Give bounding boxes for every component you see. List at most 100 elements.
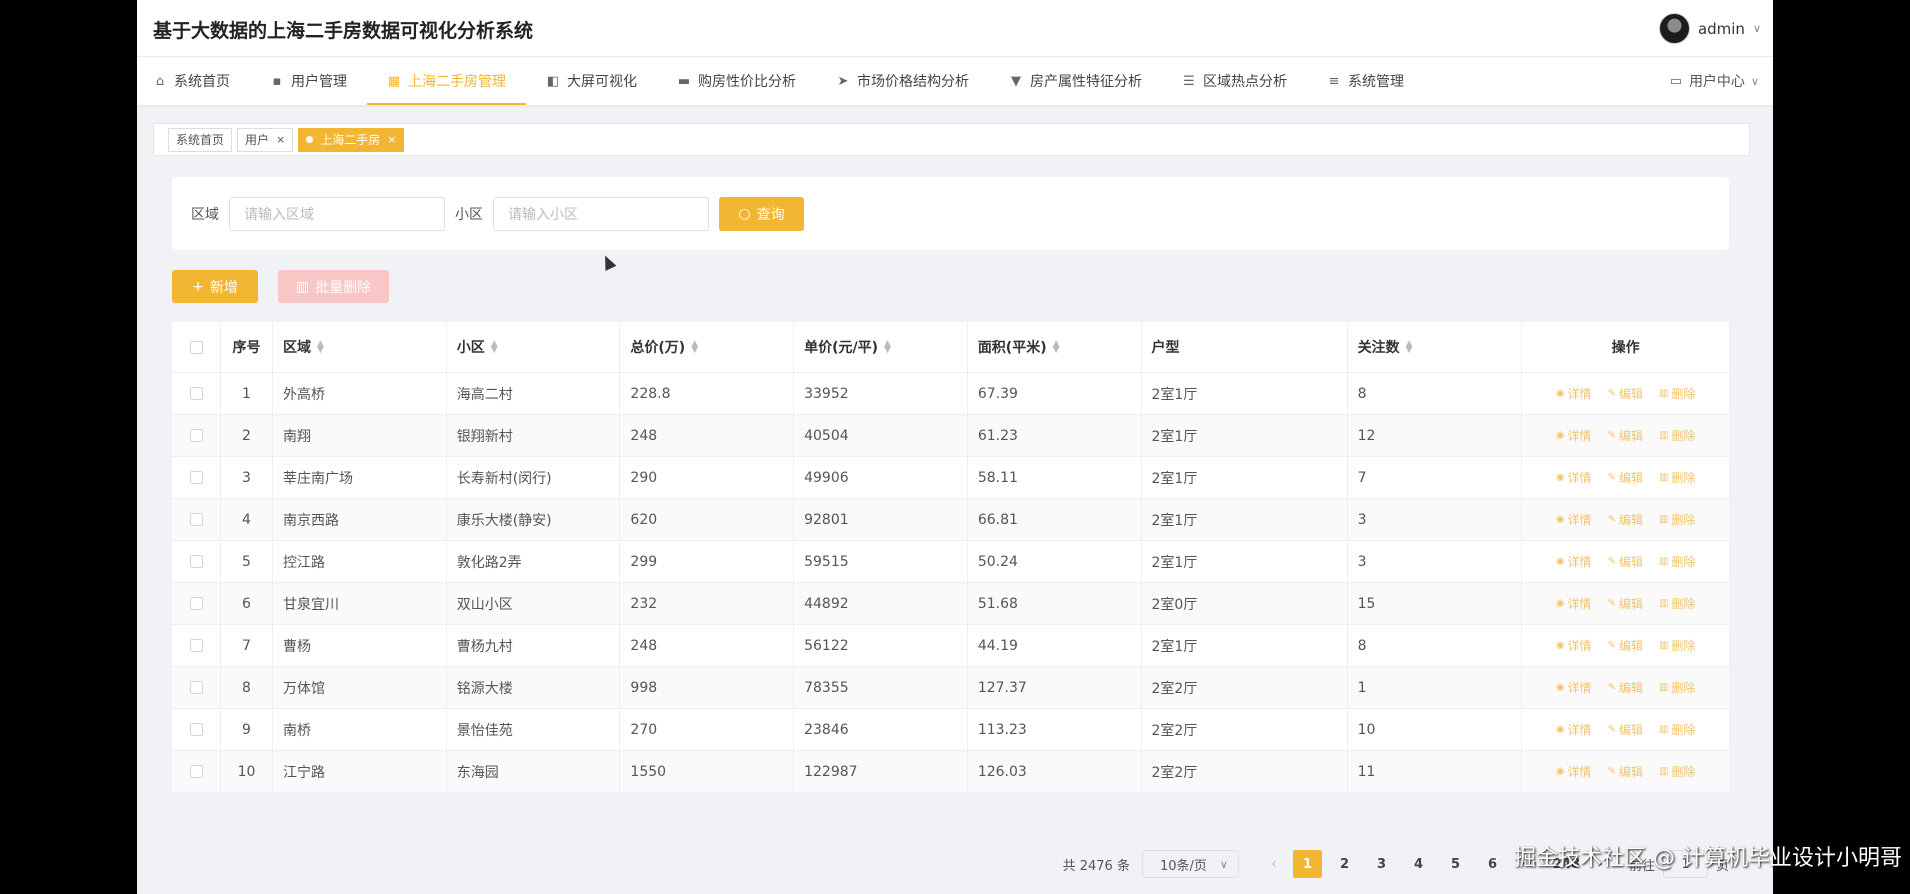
tag-house[interactable]: 上海二手房 ×	[298, 127, 405, 152]
menu-item-3[interactable]: ◧ 大屏可视化	[526, 57, 657, 105]
menu-item-label: 系统管理	[1348, 74, 1404, 90]
delete-button[interactable]: ▥ 删除	[1659, 721, 1695, 738]
menu-item-0[interactable]: ⌂ 系统首页	[137, 57, 250, 105]
column-header[interactable]: 区域 ▲ ▼	[273, 322, 447, 372]
column-header[interactable]: 总价(万) ▲ ▼	[620, 322, 795, 372]
select-all-checkbox[interactable]	[189, 340, 203, 354]
table-cell: 33952	[794, 373, 968, 414]
column-header-label: 面积(平米)	[977, 340, 1047, 356]
trash-icon: ▥	[295, 278, 310, 295]
query-button[interactable]: ○ 查询	[719, 196, 804, 231]
sort-icon[interactable]: ▲ ▼	[1053, 340, 1060, 355]
menu-item-4[interactable]: ▬ 购房性价比分析	[657, 57, 816, 105]
table-cell: 998	[620, 667, 795, 708]
edit-button[interactable]: ✎ 编辑	[1608, 763, 1643, 780]
row-checkbox[interactable]	[189, 513, 203, 526]
column-header[interactable]: 户型	[1142, 322, 1348, 372]
tag-home[interactable]: 系统首页	[168, 127, 233, 152]
page-button[interactable]: 5	[1441, 850, 1470, 878]
column-header[interactable]: 单价(元/平) ▲ ▼	[794, 322, 968, 372]
row-checkbox[interactable]	[189, 387, 203, 400]
menu-item-8[interactable]: ≡ 系统管理	[1307, 57, 1424, 105]
delete-button[interactable]: ▥ 删除	[1659, 511, 1695, 528]
delete-button[interactable]: ▥ 删除	[1659, 637, 1695, 654]
sort-icon[interactable]: ▲ ▼	[691, 340, 698, 355]
sort-icon[interactable]: ▲ ▼	[491, 340, 498, 355]
prev-page-button[interactable]: ‹	[1259, 856, 1289, 872]
column-header-label: 序号	[232, 340, 261, 356]
page-button[interactable]: 6	[1478, 850, 1507, 878]
column-header[interactable]: 面积(平米) ▲ ▼	[968, 322, 1142, 372]
menu-item-7[interactable]: ☰ 区域热点分析	[1162, 57, 1307, 105]
detail-button[interactable]: ◉ 详情	[1556, 637, 1592, 654]
page-button[interactable]: 3	[1367, 850, 1396, 878]
edit-button[interactable]: ✎ 编辑	[1608, 385, 1643, 402]
close-icon[interactable]: ×	[276, 133, 285, 146]
edit-button[interactable]: ✎ 编辑	[1608, 721, 1643, 738]
menu-item-1[interactable]: ▪ 用户管理	[250, 57, 367, 105]
column-header[interactable]: 小区 ▲ ▼	[447, 322, 621, 372]
edit-button[interactable]: ✎ 编辑	[1608, 679, 1643, 696]
page-button[interactable]: 1	[1292, 850, 1322, 878]
row-checkbox[interactable]	[189, 681, 203, 694]
region-input[interactable]: 请输入区域	[229, 196, 445, 231]
detail-button[interactable]: ◉ 详情	[1556, 427, 1592, 444]
close-icon[interactable]: ×	[387, 133, 396, 146]
menu-item-5[interactable]: ➤ 市场价格结构分析	[816, 57, 989, 105]
page-button[interactable]: 4	[1404, 850, 1433, 878]
page-size-select[interactable]: 10条/页 ∨	[1141, 850, 1239, 878]
edit-button[interactable]: ✎ 编辑	[1608, 595, 1643, 612]
column-header[interactable]: 序号	[221, 322, 273, 372]
detail-button[interactable]: ◉ 详情	[1556, 553, 1592, 570]
edit-button[interactable]: ✎ 编辑	[1608, 637, 1643, 654]
user-menu[interactable]: admin ∨	[1658, 13, 1761, 44]
avatar[interactable]	[1658, 13, 1690, 44]
detail-button[interactable]: ◉ 详情	[1556, 595, 1592, 612]
edit-button[interactable]: ✎ 编辑	[1608, 427, 1643, 444]
column-header[interactable]: 关注数 ▲ ▼	[1348, 322, 1523, 372]
row-checkbox[interactable]	[189, 597, 203, 610]
delete-button[interactable]: ▥ 删除	[1659, 427, 1695, 444]
edit-button[interactable]: ✎ 编辑	[1608, 553, 1643, 570]
row-checkbox[interactable]	[189, 555, 203, 568]
page-button[interactable]: 2	[1330, 850, 1359, 878]
row-checkbox[interactable]	[189, 765, 203, 778]
username[interactable]: admin	[1698, 20, 1745, 38]
menu-item-label: 区域热点分析	[1203, 74, 1287, 90]
send-icon: ➤	[837, 73, 849, 89]
row-checkbox[interactable]	[189, 639, 203, 652]
delete-button[interactable]: ▥ 删除	[1659, 679, 1695, 696]
delete-button[interactable]: ▥ 删除	[1659, 763, 1695, 780]
edit-button[interactable]: ✎ 编辑	[1608, 469, 1643, 486]
row-checkbox[interactable]	[189, 471, 203, 484]
delete-button[interactable]: ▥ 删除	[1659, 469, 1695, 486]
community-input[interactable]: 请输入小区	[493, 196, 709, 231]
sort-icon[interactable]: ▲ ▼	[317, 340, 324, 355]
ice-cream-icon: ▼	[1011, 73, 1021, 89]
edit-button[interactable]: ✎ 编辑	[1608, 511, 1643, 528]
user-center-menu[interactable]: ▭ 用户中心 ∨	[1669, 57, 1759, 105]
detail-button[interactable]: ◉ 详情	[1556, 721, 1592, 738]
add-button[interactable]: + 新增	[172, 270, 258, 303]
row-checkbox[interactable]	[189, 723, 203, 736]
detail-button[interactable]: ◉ 详情	[1556, 385, 1592, 402]
sort-icon[interactable]: ▲ ▼	[884, 340, 891, 355]
detail-button[interactable]: ◉ 详情	[1556, 469, 1592, 486]
batch-delete-button[interactable]: ▥ 批量删除	[278, 270, 389, 303]
delete-button[interactable]: ▥ 删除	[1659, 595, 1695, 612]
tag-user[interactable]: 用户 ×	[237, 127, 294, 152]
detail-button[interactable]: ◉ 详情	[1556, 511, 1592, 528]
row-checkbox[interactable]	[189, 429, 203, 442]
delete-button[interactable]: ▥ 删除	[1659, 385, 1695, 402]
menu-item-2[interactable]: ▦ 上海二手房管理	[367, 57, 526, 105]
detail-button[interactable]: ◉ 详情	[1556, 763, 1592, 780]
page-size-value: 10条/页	[1159, 858, 1207, 874]
column-header[interactable]: 操作	[1522, 322, 1729, 372]
sort-icon[interactable]: ▲ ▼	[1406, 340, 1413, 355]
menu-item-label: 上海二手房管理	[408, 74, 506, 90]
eye-icon: ◉	[1555, 388, 1565, 399]
menu-item-6[interactable]: ▼ 房产属性特征分析	[989, 57, 1162, 105]
eye-icon: ◉	[1555, 430, 1565, 441]
delete-button[interactable]: ▥ 删除	[1659, 553, 1695, 570]
detail-button[interactable]: ◉ 详情	[1556, 679, 1592, 696]
